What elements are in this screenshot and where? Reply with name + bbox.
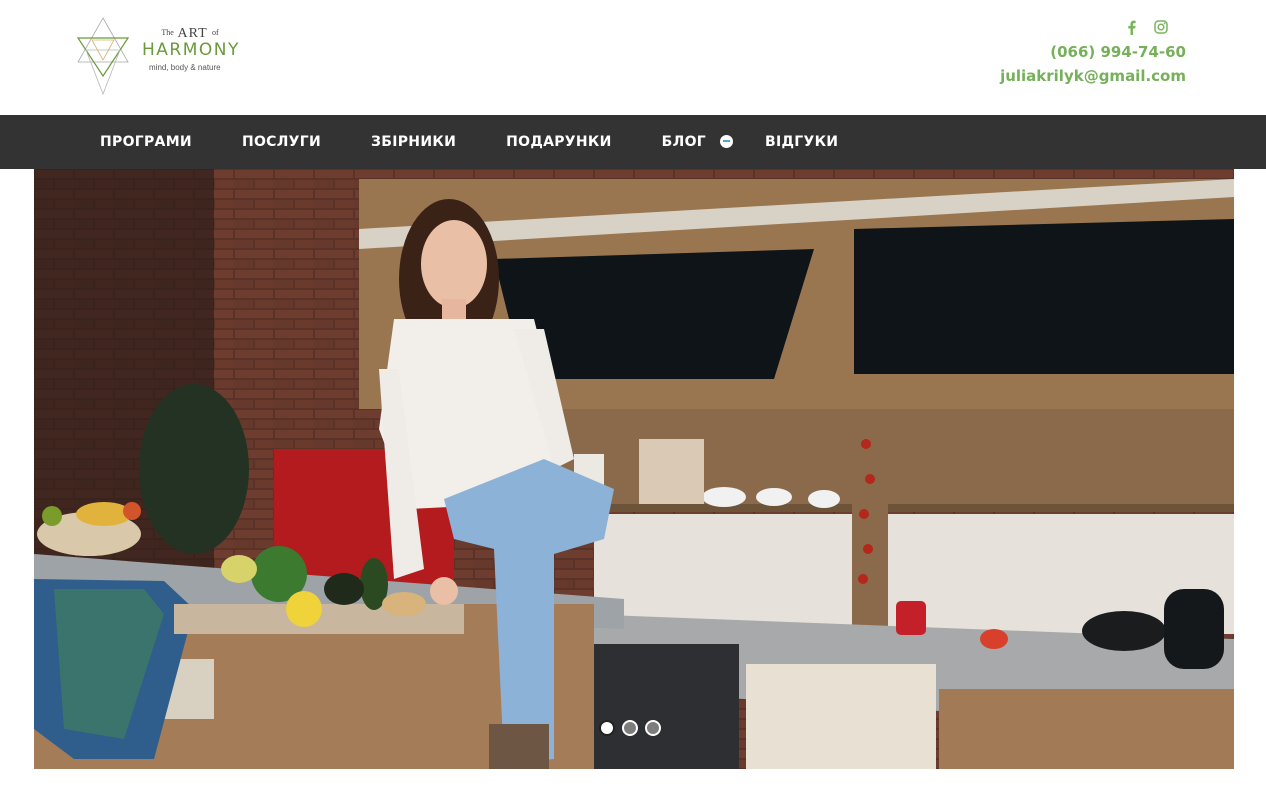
nav-item-collections[interactable]: ЗБІРНИКИ — [371, 134, 456, 150]
site-header: The ART of HARMONY mind, body & nature (… — [0, 0, 1266, 115]
logo-harmony: HARMONY — [142, 40, 240, 60]
slider-dot-3[interactable] — [645, 720, 661, 736]
social-links — [1000, 18, 1168, 40]
dropdown-toggle-icon[interactable] — [720, 134, 733, 148]
nav-item-reviews[interactable]: ВІДГУКИ — [765, 134, 838, 150]
hero-slider[interactable] — [34, 169, 1234, 769]
slider-dot-1[interactable] — [599, 720, 615, 736]
site-logo[interactable]: The ART of HARMONY mind, body & nature — [76, 16, 246, 96]
hero-image — [34, 169, 1234, 769]
phone-link[interactable]: (066) 994-74-60 — [1000, 40, 1186, 64]
nav-item-blog-wrap[interactable]: БЛОГ — [662, 134, 733, 150]
instagram-icon[interactable] — [1154, 20, 1168, 38]
slider-dots — [599, 720, 661, 736]
contact-block: (066) 994-74-60 juliakrilyk@gmail.com — [1000, 18, 1186, 88]
logo-tagline: mind, body & nature — [149, 63, 221, 72]
email-link[interactable]: juliakrilyk@gmail.com — [1000, 64, 1186, 88]
slider-dot-2[interactable] — [622, 720, 638, 736]
nav-item-programs[interactable]: ПРОГРАМИ — [100, 134, 192, 150]
triangles-logo-icon — [76, 17, 130, 96]
nav-item-services[interactable]: ПОСЛУГИ — [242, 134, 321, 150]
nav-item-gifts[interactable]: ПОДАРУНКИ — [506, 134, 612, 150]
nav-item-blog[interactable]: БЛОГ — [662, 134, 706, 150]
facebook-icon[interactable] — [1127, 20, 1136, 39]
main-nav: ПРОГРАМИ ПОСЛУГИ ЗБІРНИКИ ПОДАРУНКИ БЛОГ… — [0, 115, 1266, 169]
